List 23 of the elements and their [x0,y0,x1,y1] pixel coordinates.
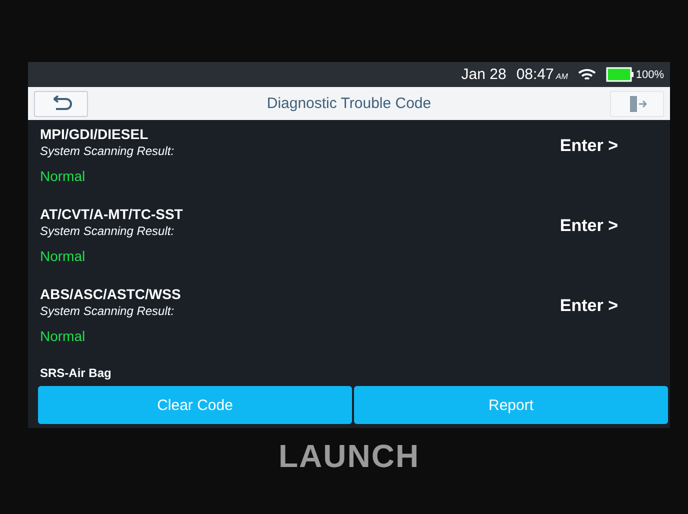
enter-link[interactable]: Enter > [560,136,618,156]
enter-link[interactable]: Enter > [560,296,618,316]
meridiem: AM [556,72,568,81]
system-name: AT/CVT/A-MT/TC-SST [40,206,183,222]
battery-icon [606,67,634,82]
device-logo: LAUNCH [278,438,420,475]
date: Jan 28 [461,66,506,83]
screen-title: Diagnostic Trouble Code [266,95,432,112]
scan-result-label: System Scanning Result: [40,144,174,158]
enter-link[interactable]: Enter > [560,216,618,236]
scan-result-label: System Scanning Result: [40,304,176,318]
system-name: MPI/GDI/DIESEL [40,126,150,142]
scan-result: Normal [40,168,86,184]
scan-result-label: System Scanning Result: [40,224,176,238]
battery-percent: 100% [636,68,664,80]
system-name: ABS/ASC/ASTC/WSS [40,286,181,302]
wifi-icon [578,68,596,82]
scan-result: Normal [40,328,86,344]
back-button[interactable] [34,90,88,116]
exit-button[interactable] [610,90,664,116]
system-name: SRS-Air Bag [40,366,112,380]
time: 08:47 [516,66,554,83]
scan-result: Normal [40,248,86,264]
